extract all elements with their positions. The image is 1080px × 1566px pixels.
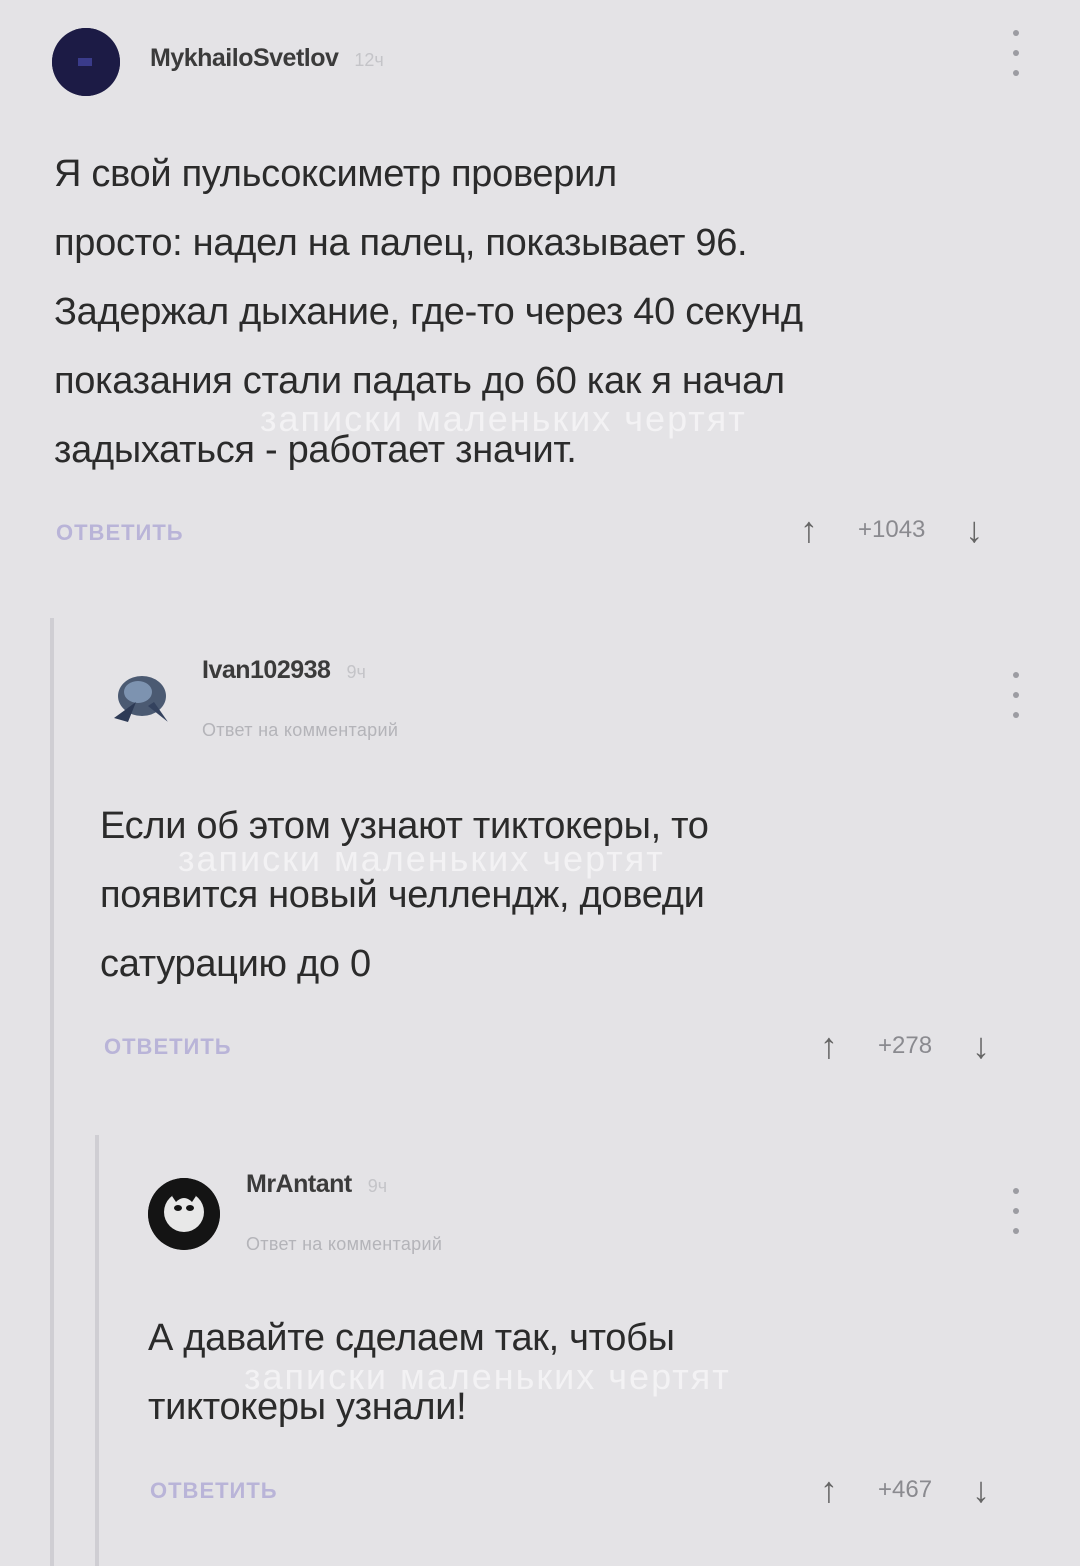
vote-controls: ↑ +278 ↓ — [820, 1028, 990, 1064]
more-options-button[interactable] — [1006, 672, 1026, 718]
author-row: Ivan102938 9ч — [202, 656, 366, 685]
avatar-image-icon — [52, 28, 120, 96]
upvote-icon[interactable]: ↑ — [820, 1028, 838, 1064]
score: +1043 — [858, 516, 926, 543]
reply-to-label[interactable]: Ответ на комментарий — [246, 1234, 442, 1255]
reply-button[interactable]: ОТВЕТИТЬ — [56, 520, 184, 546]
upvote-icon[interactable]: ↑ — [820, 1472, 838, 1508]
upvote-icon[interactable]: ↑ — [800, 512, 818, 548]
downvote-icon[interactable]: ↓ — [972, 1028, 990, 1064]
comment-line: просто: надел на палец, показывает 96. — [54, 222, 748, 264]
avatar[interactable] — [52, 28, 120, 96]
watermark: записки маленьких чертят — [178, 838, 665, 879]
author-row: MykhailoSvetlov 12ч — [150, 44, 384, 73]
author-row: MrAntant 9ч — [246, 1170, 387, 1199]
avatar[interactable] — [148, 1178, 220, 1250]
watermark: записки маленьких чертят — [260, 398, 747, 439]
downvote-icon[interactable]: ↓ — [972, 1472, 990, 1508]
comment-line: Я свой пульсоксиметр проверил — [54, 153, 617, 195]
vote-controls: ↑ +467 ↓ — [820, 1472, 990, 1508]
score: +278 — [878, 1032, 933, 1059]
author-name[interactable]: MrAntant — [246, 1170, 352, 1199]
thread-line-level-1 — [50, 618, 54, 1566]
score: +467 — [878, 1476, 933, 1503]
reply-button[interactable]: ОТВЕТИТЬ — [104, 1034, 232, 1060]
watermark: записки маленьких чертят — [244, 1356, 731, 1397]
author-name[interactable]: MykhailoSvetlov — [150, 44, 339, 73]
comment-line: Задержал дыхание, где-то через 40 секунд — [54, 291, 803, 333]
timestamp: 12ч — [354, 50, 384, 70]
thread-line-level-2 — [95, 1135, 99, 1566]
timestamp: 9ч — [367, 1176, 388, 1196]
downvote-icon[interactable]: ↓ — [965, 512, 983, 548]
comment-line: сатурацию до 0 — [100, 943, 371, 985]
reply-button[interactable]: ОТВЕТИТЬ — [150, 1478, 278, 1504]
more-options-button[interactable] — [1006, 1188, 1026, 1234]
timestamp: 9ч — [346, 662, 366, 682]
avatar-bird-icon — [114, 676, 168, 722]
avatar[interactable] — [104, 662, 176, 734]
avatar-portrait-icon — [148, 1178, 220, 1250]
vote-controls: ↑ +1043 ↓ — [800, 512, 983, 548]
author-name[interactable]: Ivan102938 — [202, 656, 331, 685]
more-options-button[interactable] — [1006, 30, 1026, 76]
comment-text: Если об этом узнают тиктокеры, то появит… — [100, 792, 709, 999]
reply-to-label[interactable]: Ответ на комментарий — [202, 720, 398, 741]
